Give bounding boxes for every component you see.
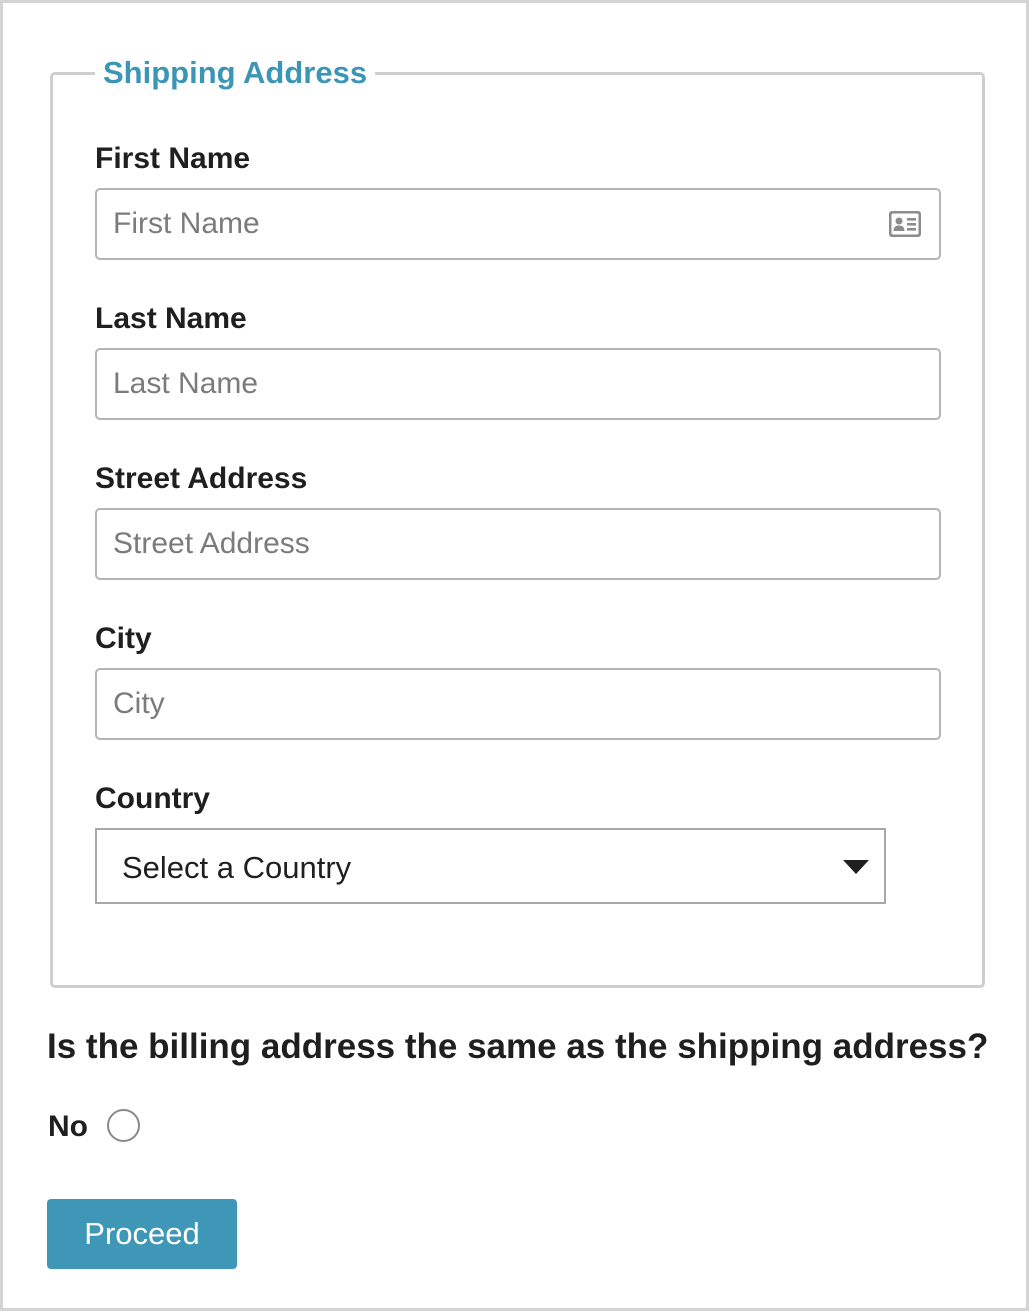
billing-no-radio[interactable] bbox=[107, 1109, 140, 1142]
id-card-icon bbox=[889, 211, 921, 237]
country-select[interactable]: Select a Country bbox=[95, 828, 886, 904]
shipping-address-legend: Shipping Address bbox=[103, 55, 368, 90]
city-input[interactable] bbox=[95, 668, 941, 740]
last-name-input[interactable] bbox=[95, 348, 941, 420]
city-label: City bbox=[95, 622, 152, 655]
street-address-input[interactable] bbox=[95, 508, 941, 580]
proceed-button[interactable]: Proceed bbox=[47, 1199, 237, 1269]
last-name-label: Last Name bbox=[95, 302, 247, 335]
shipping-form-page: Shipping Address First Name Last Name St… bbox=[0, 0, 1029, 1311]
country-select-value: Select a Country bbox=[122, 850, 352, 885]
country-label: Country bbox=[95, 782, 210, 815]
billing-same-question: Is the billing address the same as the s… bbox=[47, 1027, 989, 1066]
street-address-label: Street Address bbox=[95, 462, 308, 495]
caret-down-icon bbox=[843, 860, 869, 874]
first-name-input[interactable] bbox=[95, 188, 941, 260]
first-name-label: First Name bbox=[95, 142, 251, 175]
billing-no-label: No bbox=[48, 1110, 88, 1143]
